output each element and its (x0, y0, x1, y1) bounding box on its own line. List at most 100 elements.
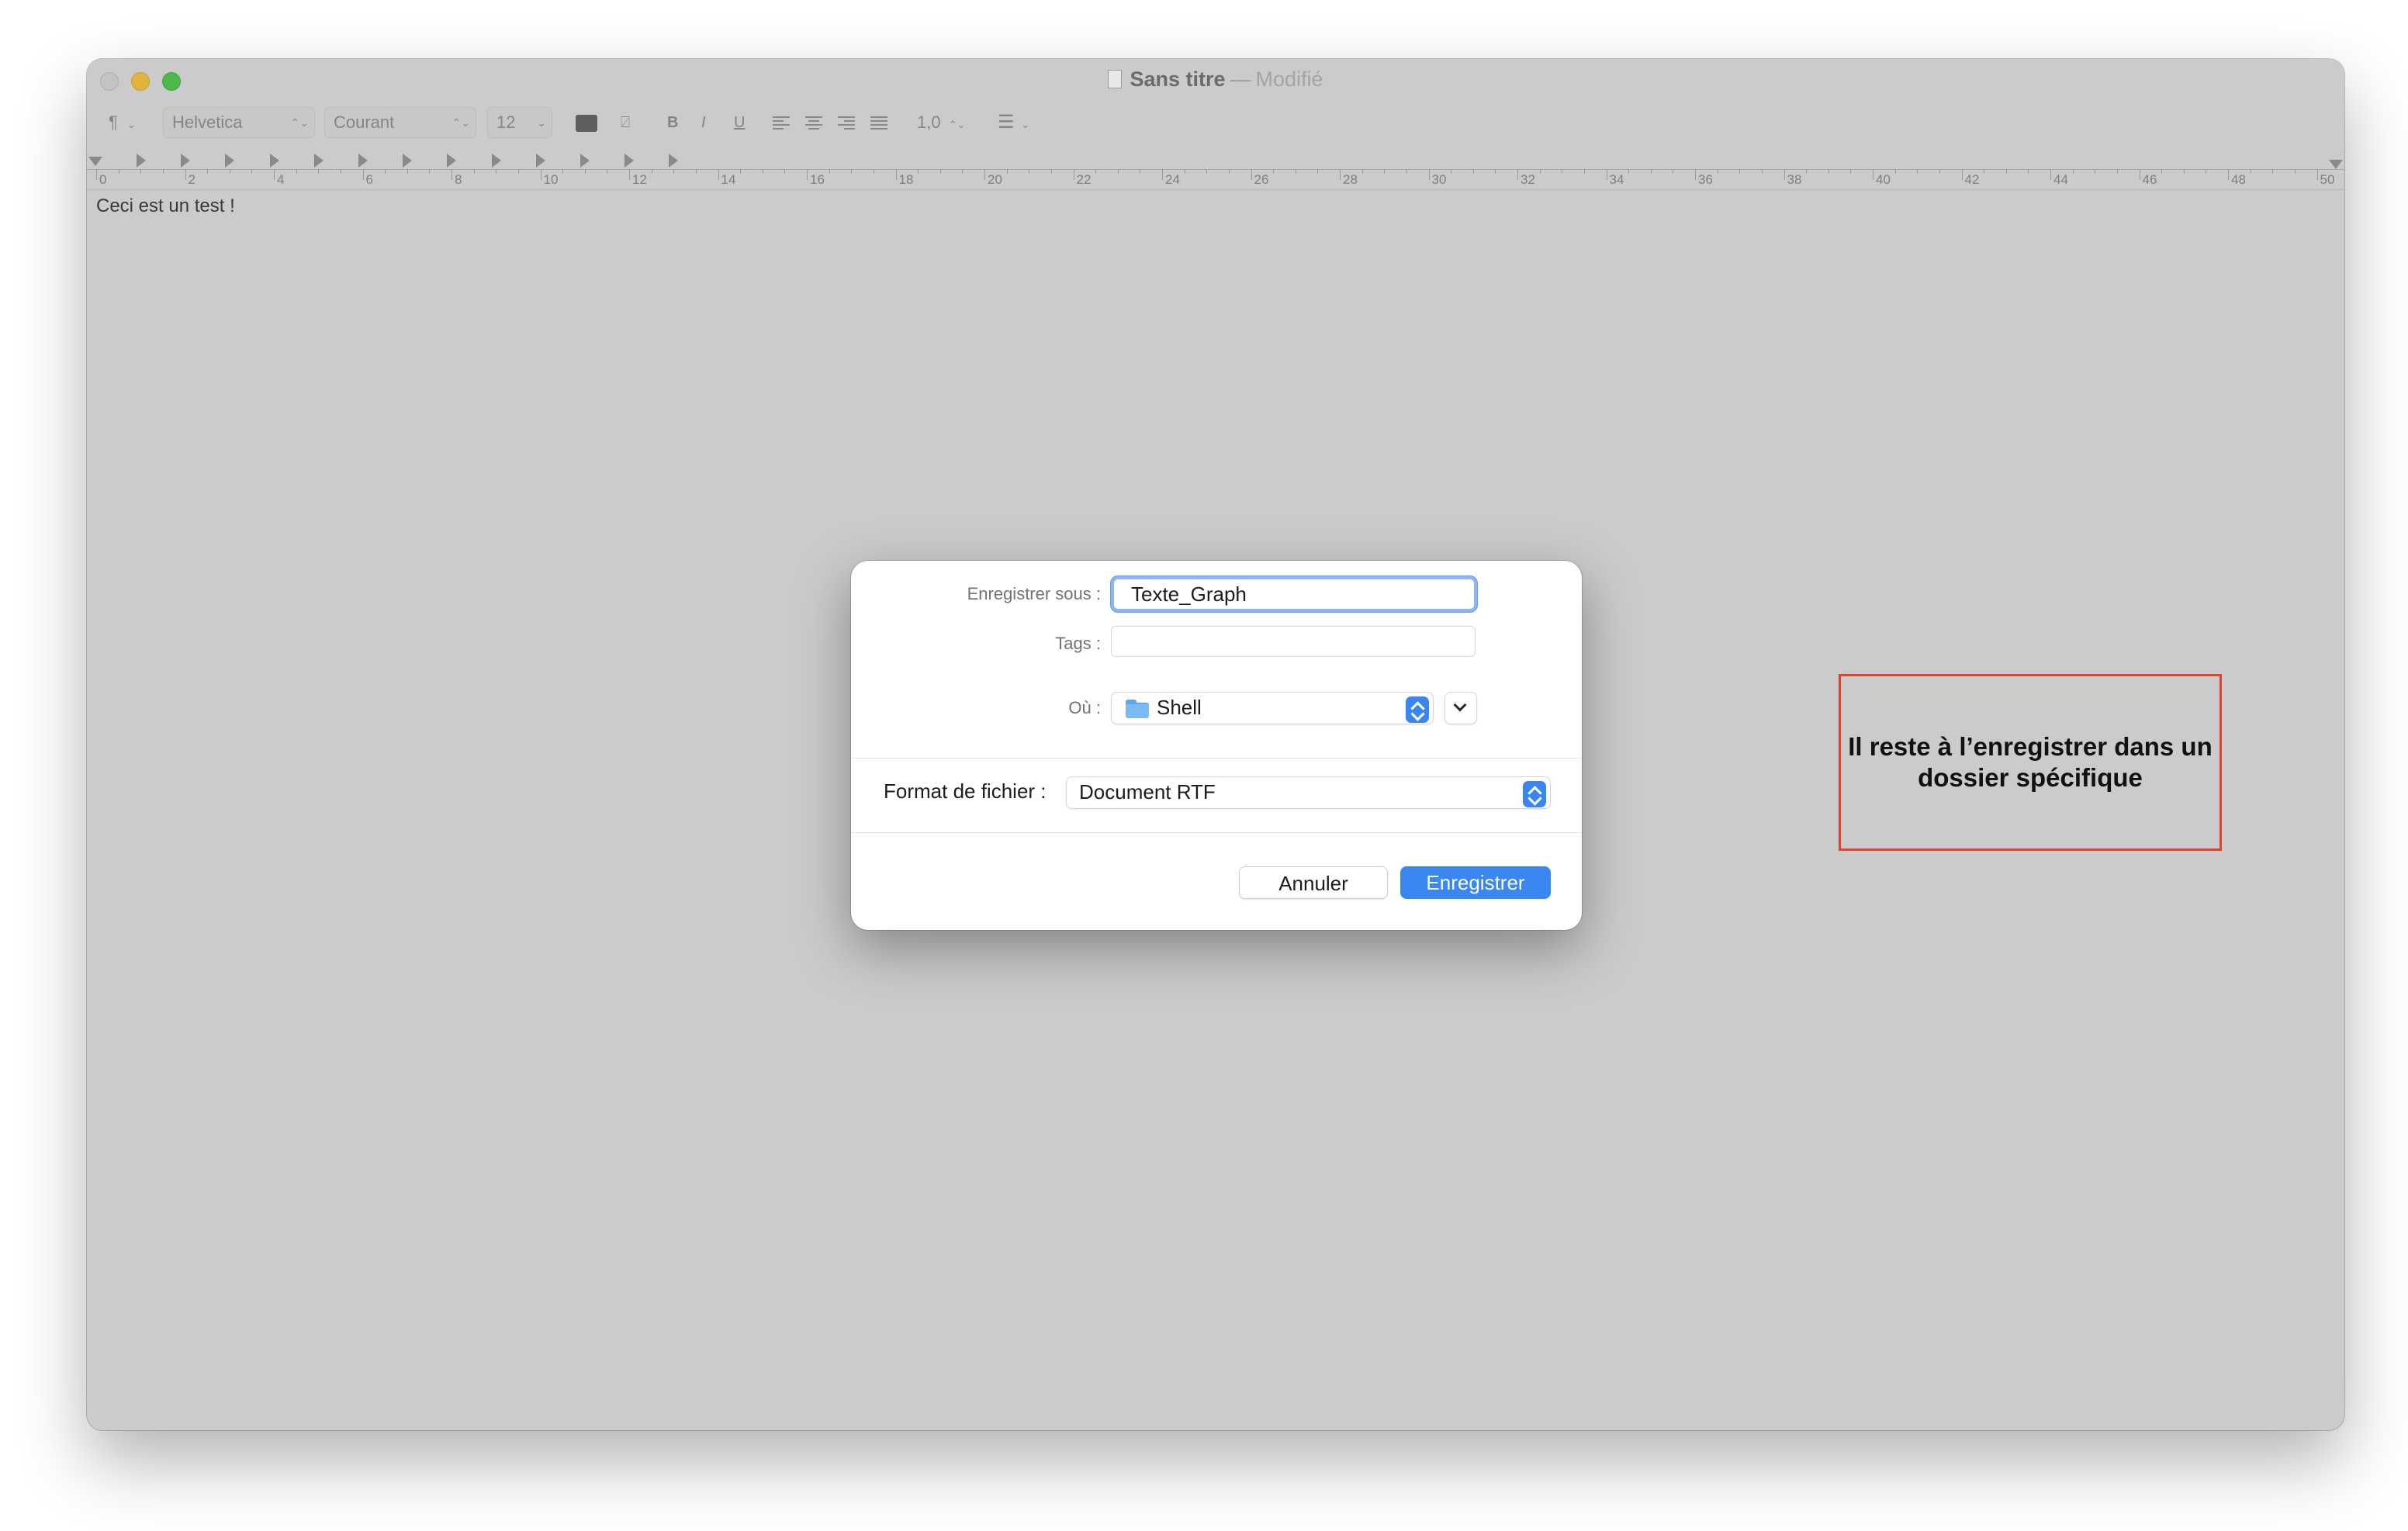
tab-stop-marker[interactable] (669, 154, 679, 168)
tab-stop-marker[interactable] (137, 154, 146, 168)
ruler-minor-tick (1761, 169, 1763, 174)
ruler-minor-tick (962, 169, 964, 174)
tab-stop-marker[interactable] (403, 154, 413, 168)
location-popup[interactable]: Shell (1111, 692, 1434, 724)
underline-button[interactable]: U (734, 107, 752, 138)
ruler-tick (274, 169, 275, 180)
ruler-label: 24 (1165, 172, 1180, 187)
ruler-tick (895, 169, 897, 180)
font-size-value: 12 (496, 112, 516, 132)
divider (851, 758, 1582, 759)
ruler[interactable]: 0 2 4 6 8 10 12 14 16 18 20 22 24 26 28 30 32 34 36 38 40 42 4… (87, 149, 2344, 190)
tab-stop-marker[interactable] (447, 154, 457, 168)
save-as-input[interactable] (1111, 576, 1477, 612)
ruler-tick (96, 169, 97, 180)
ruler-tick (1517, 169, 1518, 180)
ruler-minor-tick (1206, 169, 1208, 174)
expand-dialog-button[interactable] (1444, 692, 1477, 724)
window-title-name: Sans titre (1130, 67, 1226, 91)
window-title-state: Modifié (1255, 67, 1323, 91)
font-size-select[interactable]: 12 ⌄ (487, 107, 552, 138)
tab-stop-marker[interactable] (580, 154, 590, 168)
font-family-select[interactable]: Helvetica ⌃⌄ (163, 107, 315, 138)
chevron-down-icon (1453, 698, 1467, 712)
up-down-arrows-icon: ⌃⌄ (948, 119, 966, 130)
list-bullets-button[interactable]: ☰ ⌄ (998, 107, 1043, 138)
align-right-icon[interactable] (838, 116, 855, 130)
ruler-label: 34 (1609, 172, 1624, 187)
line-spacing-value: 1,0 (917, 112, 941, 132)
file-format-popup[interactable]: Document RTF (1066, 776, 1551, 809)
align-center-icon[interactable] (805, 116, 822, 130)
ruler-label: 48 (2231, 172, 2246, 187)
ruler-minor-tick (1628, 169, 1630, 174)
ruler-minor-tick (1583, 169, 1585, 174)
ruler-minor-tick (673, 169, 675, 174)
highlight-color-icon[interactable]: ⍁ (621, 107, 642, 138)
title-bar: Sans titre — Modifié ¶ ⌄ Helvetica ⌃⌄ Cour… (87, 59, 2344, 149)
ruler-minor-tick (1361, 169, 1363, 174)
ruler-minor-tick (851, 169, 853, 174)
ruler-tick (185, 169, 186, 180)
ruler-minor-tick (939, 169, 941, 174)
bold-button[interactable]: B (667, 107, 686, 138)
format-toolbar: ¶ ⌄ Helvetica ⌃⌄ Courant ⌃⌄ 12 ⌄ ⍁ B I U (87, 107, 2344, 141)
ruler-minor-tick (2005, 169, 2007, 174)
ruler-minor-tick (740, 169, 742, 174)
italic-button[interactable]: I (701, 107, 720, 138)
ruler-minor-tick (2294, 169, 2296, 174)
line-spacing-select[interactable]: 1,0 ⌃⌄ (917, 107, 967, 138)
ruler-minor-tick (207, 169, 209, 174)
tab-stop-marker[interactable] (181, 154, 191, 168)
ruler-minor-tick (1917, 169, 1918, 174)
tab-stop-marker[interactable] (535, 154, 545, 168)
up-down-arrows-icon (1406, 696, 1429, 723)
tab-stop-marker[interactable] (269, 154, 279, 168)
ruler-minor-tick (385, 169, 386, 174)
ruler-minor-tick (1472, 169, 1474, 174)
ruler-minor-tick (1495, 169, 1496, 174)
ruler-minor-tick (2161, 169, 2163, 174)
ruler-minor-tick (784, 169, 786, 174)
save-dialog: Enregistrer sous : Tags : Où : Shell For… (851, 561, 1582, 930)
ruler-minor-tick (1939, 169, 1940, 174)
ruler-minor-tick (407, 169, 408, 174)
document-body-text[interactable]: Ceci est un test ! (96, 195, 235, 217)
ruler-minor-tick (1894, 169, 1896, 174)
right-indent-marker[interactable] (2329, 160, 2343, 169)
ruler-minor-tick (162, 169, 164, 174)
tab-stop-marker[interactable] (491, 154, 501, 168)
ruler-minor-tick (1850, 169, 1852, 174)
tab-stop-marker[interactable] (358, 154, 368, 168)
ruler-label: 22 (1076, 172, 1092, 187)
paragraph-icon: ¶ (109, 112, 118, 132)
text-color-swatch[interactable] (576, 115, 597, 132)
save-button[interactable]: Enregistrer (1400, 866, 1551, 899)
ruler-label: 8 (455, 172, 462, 187)
paragraph-styles-button[interactable]: ¶ ⌄ (109, 107, 140, 138)
ruler-label: 32 (1521, 172, 1535, 187)
font-style-select[interactable]: Courant ⌃⌄ (324, 107, 476, 138)
ruler-minor-tick (584, 169, 586, 174)
up-down-arrows-icon (1523, 781, 1546, 807)
tab-stop-marker[interactable] (225, 154, 235, 168)
ruler-minor-tick (140, 169, 142, 174)
ruler-minor-tick (1806, 169, 1808, 174)
ruler-label: 38 (1787, 172, 1802, 187)
ruler-minor-tick (2028, 169, 2029, 174)
ruler-minor-tick (2072, 169, 2074, 174)
tab-stop-marker[interactable] (624, 154, 635, 168)
ruler-label: 14 (721, 172, 736, 187)
first-line-indent-marker[interactable] (88, 157, 102, 166)
align-justify-icon[interactable] (870, 116, 887, 130)
ruler-minor-tick (1406, 169, 1407, 174)
font-style-value: Courant (334, 112, 395, 132)
align-left-icon[interactable] (773, 116, 790, 130)
ruler-minor-tick (1117, 169, 1119, 174)
chevron-down-icon: ⌄ (1021, 119, 1030, 130)
tab-stop-marker[interactable] (313, 154, 323, 168)
cancel-button[interactable]: Annuler (1239, 866, 1388, 899)
ruler-tick (2228, 169, 2229, 180)
tags-input[interactable] (1111, 626, 1476, 657)
ruler-label: 50 (2320, 172, 2335, 187)
